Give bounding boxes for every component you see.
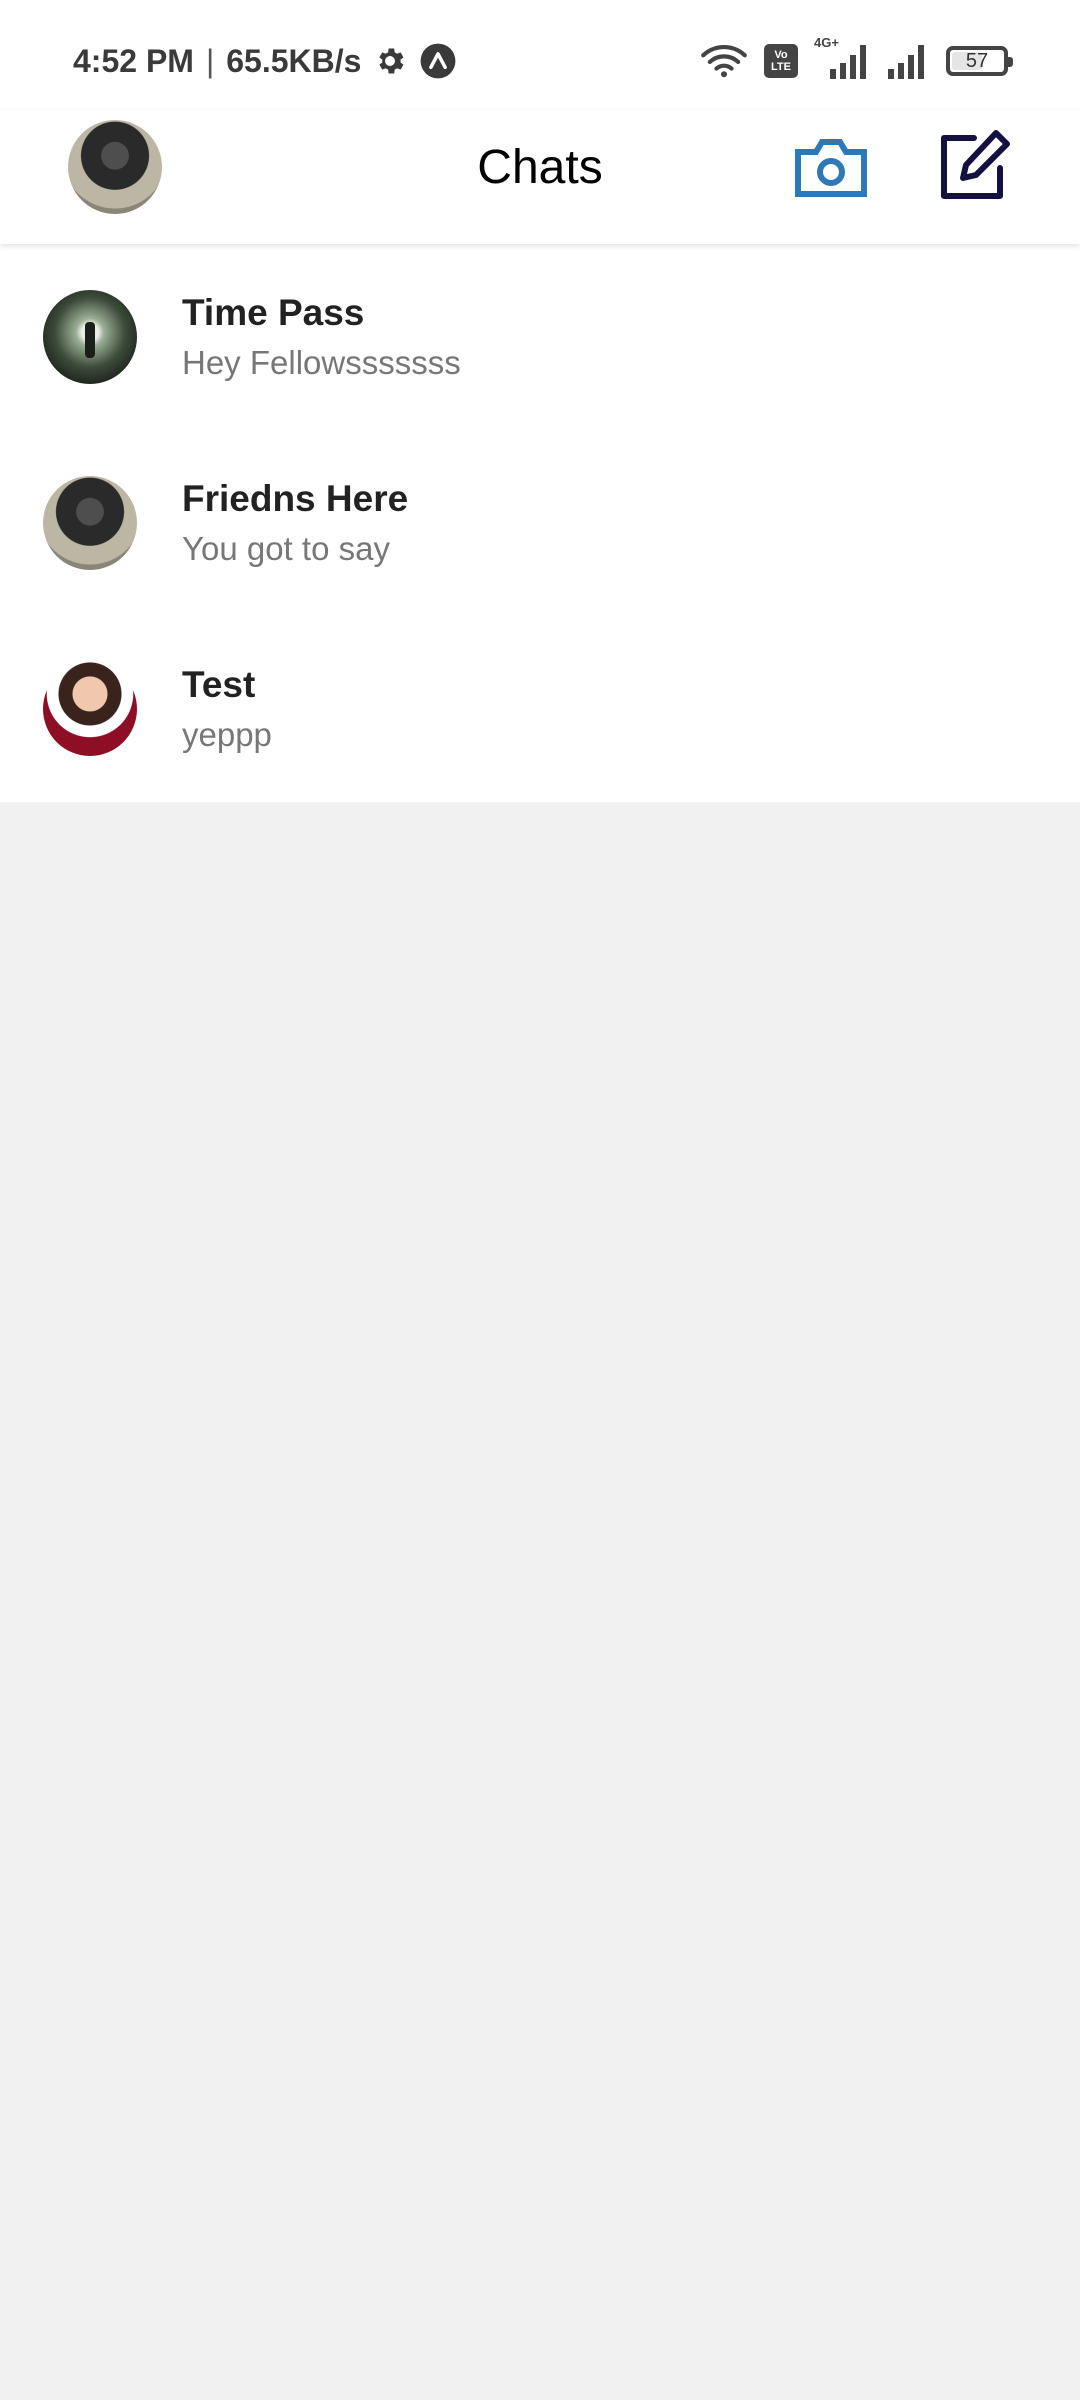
chat-avatar — [43, 290, 137, 384]
compose-button[interactable] — [938, 128, 1012, 202]
volte-top: Vo — [774, 49, 788, 61]
chat-preview: You got to say — [182, 530, 390, 567]
app-notification-icon — [421, 43, 456, 79]
camera-icon — [795, 139, 867, 197]
volte-bottom: LTE — [771, 61, 791, 73]
signal-icon — [830, 45, 866, 79]
chat-preview: yeppp — [182, 716, 272, 753]
status-separator: | — [205, 42, 215, 79]
page-title: Chats — [477, 141, 603, 194]
status-time: 4:52 PM — [73, 42, 194, 79]
chat-item-test[interactable]: Test yeppp — [0, 616, 1080, 802]
chat-preview: Hey Fellowsssssss — [182, 344, 461, 381]
mobile-signal-1: 4G+ — [814, 35, 870, 81]
chat-avatar — [43, 662, 137, 756]
battery-level: 57 — [965, 49, 989, 72]
chat-avatar — [43, 476, 137, 570]
app-header: Chats — [0, 110, 1080, 244]
status-bar: 4:52 PM | 65.5KB/s Vo LTE 4G+ 57 — [0, 0, 1080, 110]
chat-item-time-pass[interactable]: Time Pass Hey Fellowsssssss — [0, 244, 1080, 430]
camera-button[interactable] — [792, 132, 870, 202]
gear-icon — [379, 48, 404, 74]
chat-list: Time Pass Hey Fellowsssssss Friedns Here… — [0, 244, 1080, 802]
chat-item-friedns-here[interactable]: Friedns Here You got to say — [0, 430, 1080, 616]
wifi-icon — [701, 45, 747, 78]
chat-name: Test — [182, 664, 256, 705]
status-right: Vo LTE 4G+ 57 — [700, 35, 1013, 86]
signal-icon-2 — [888, 45, 924, 79]
chat-name: Friedns Here — [182, 478, 409, 519]
compose-icon — [941, 130, 1010, 199]
network-speed: 65.5KB/s — [226, 42, 362, 79]
status-left: 4:52 PM | 65.5KB/s — [73, 36, 457, 86]
battery-icon: 57 — [946, 46, 1013, 76]
chat-name: Time Pass — [182, 292, 365, 333]
volte-icon: Vo LTE — [764, 44, 798, 78]
